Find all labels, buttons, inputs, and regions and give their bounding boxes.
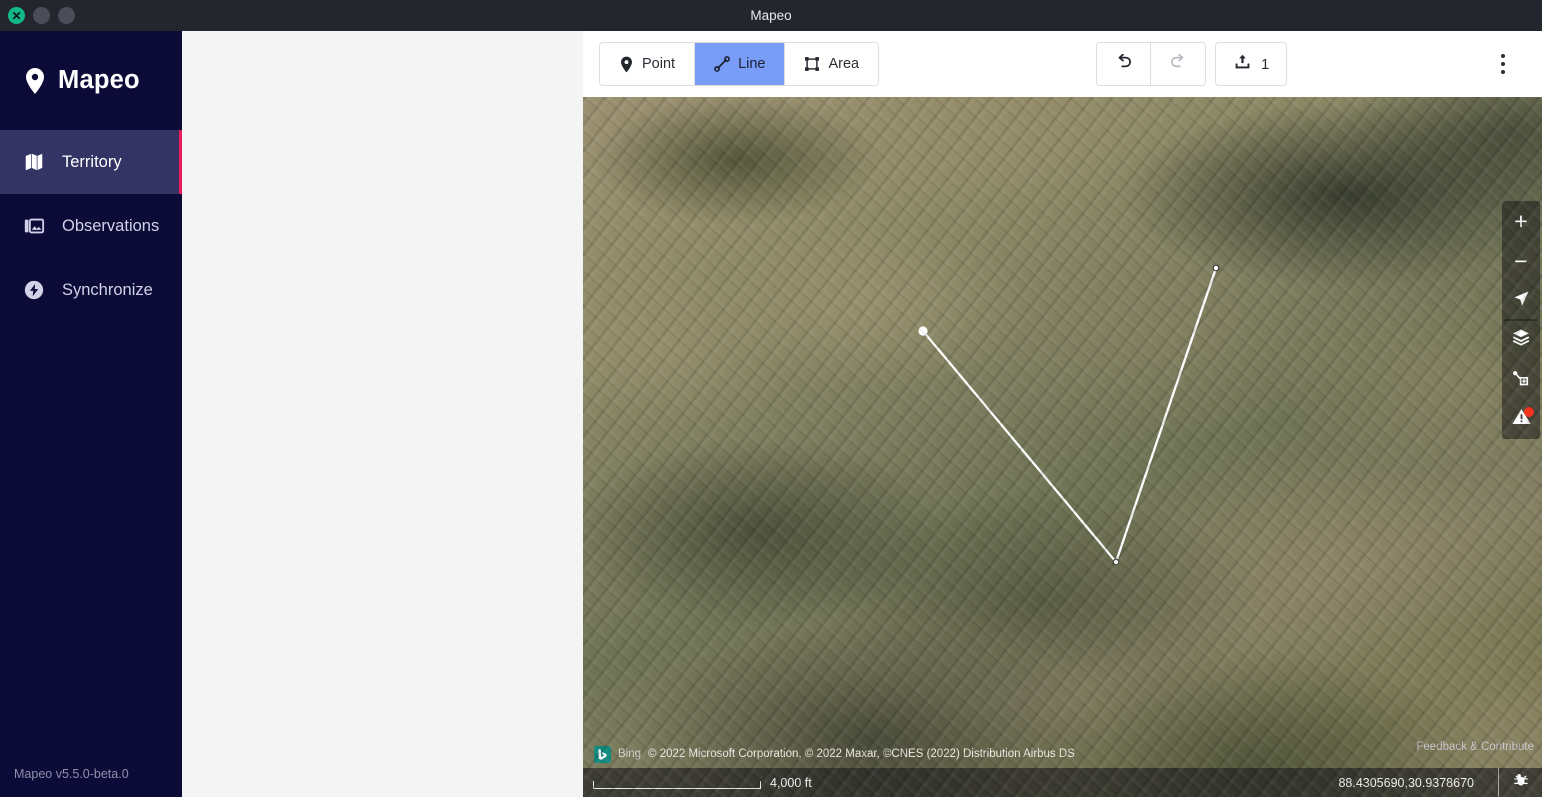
layers-stack-icon <box>1511 327 1531 352</box>
title-bar: ✕ Mapeo <box>0 0 1542 31</box>
locate-me-button[interactable] <box>1502 281 1540 321</box>
history-group <box>1096 42 1206 86</box>
feedback-link[interactable]: Feedback & Contribute <box>1416 741 1534 753</box>
map-tool-controls <box>1502 319 1540 439</box>
scale-label: 4,000 ft <box>770 775 812 790</box>
line-vertex[interactable] <box>1112 558 1120 566</box>
map-attribution: Bing © 2022 Microsoft Corporation, © 202… <box>583 740 1542 768</box>
issues-badge <box>1524 407 1534 417</box>
share-button[interactable]: 1 <box>1215 42 1288 86</box>
redo-button[interactable] <box>1151 43 1205 85</box>
brand: Mapeo <box>0 31 182 130</box>
attribution-text: © 2022 Microsoft Corporation, © 2022 Max… <box>648 748 1075 760</box>
draw-mode-point[interactable]: Point <box>600 43 696 85</box>
redo-arrow-icon <box>1168 51 1189 77</box>
bug-report-button[interactable] <box>1498 768 1542 797</box>
map-pin-icon <box>619 56 634 73</box>
sidebar-item-synchronize[interactable]: Synchronize <box>0 258 182 322</box>
scale-indicator: 4,000 ft <box>593 776 812 790</box>
kebab-dot <box>1501 54 1505 58</box>
bing-logo-icon <box>594 745 611 763</box>
zoom-out-button[interactable]: − <box>1502 241 1540 281</box>
line-segment-icon <box>714 56 730 72</box>
minus-icon: − <box>1514 247 1528 274</box>
draw-mode-group: Point Line Area <box>599 42 880 86</box>
line-vertex[interactable] <box>918 326 928 336</box>
drawn-line-overlay <box>918 264 1220 566</box>
issues-button[interactable] <box>1502 399 1540 439</box>
detail-panel <box>182 31 583 797</box>
map-status-bar: 4,000 ft 88.4305690,30.9378670 <box>583 768 1542 797</box>
share-count: 1 <box>1261 55 1270 73</box>
polygon-icon <box>804 56 820 72</box>
bing-label: Bing <box>618 748 642 760</box>
map-toolbar: Point Line Area 1 <box>583 31 1542 97</box>
line-vertex[interactable] <box>1212 264 1220 272</box>
kebab-menu-icon[interactable] <box>1481 42 1525 86</box>
window-title: Mapeo <box>750 8 792 23</box>
draw-mode-label: Point <box>642 56 676 72</box>
kebab-dot <box>1501 62 1505 66</box>
mapeo-window: ✕ Mapeo Mapeo Territory Observations Syn… <box>0 0 1542 797</box>
kebab-dot <box>1501 70 1505 74</box>
draw-mode-area[interactable]: Area <box>785 43 879 85</box>
app-version: Mapeo v5.5.0-beta.0 <box>14 767 129 781</box>
brand-title: Mapeo <box>58 66 140 94</box>
undo-button[interactable] <box>1097 43 1151 85</box>
photo-library-icon <box>22 214 46 238</box>
zoom-in-button[interactable]: + <box>1502 201 1540 241</box>
map-pin-icon <box>24 67 46 95</box>
vertex-edit-icon <box>1511 367 1531 392</box>
draw-mode-line[interactable]: Line <box>695 43 786 85</box>
map-region: Point Line Area 1 + − Bing © 2022 Micros… <box>583 31 1542 797</box>
upload-share-icon <box>1233 52 1252 76</box>
sidebar-item-territory[interactable]: Territory <box>0 130 182 194</box>
map-icon <box>22 150 46 174</box>
zoom-controls: + − <box>1502 201 1540 321</box>
scale-bar <box>593 780 761 789</box>
plus-icon: + <box>1514 207 1528 234</box>
edit-vertices-button[interactable] <box>1502 359 1540 399</box>
map-canvas[interactable]: + − Bing © 2022 Microsoft Corporation, ©… <box>583 97 1542 797</box>
sidebar-item-label: Observations <box>62 216 160 235</box>
sidebar-nav: Territory Observations Synchronize <box>0 130 182 322</box>
coordinates-readout: 88.4305690,30.9378670 <box>1338 775 1474 790</box>
sidebar-item-observations[interactable]: Observations <box>0 194 182 258</box>
layers-button[interactable] <box>1502 319 1540 359</box>
sidebar: Mapeo Territory Observations Synchronize <box>0 31 182 797</box>
bug-icon <box>1512 771 1530 794</box>
draw-mode-label: Area <box>828 56 860 72</box>
navigation-arrow-icon <box>1512 289 1531 313</box>
sidebar-item-label: Synchronize <box>62 280 153 299</box>
sidebar-item-label: Territory <box>62 152 122 171</box>
sync-bolt-icon <box>22 278 46 302</box>
draw-mode-label: Line <box>738 56 766 72</box>
undo-arrow-icon <box>1113 51 1134 77</box>
